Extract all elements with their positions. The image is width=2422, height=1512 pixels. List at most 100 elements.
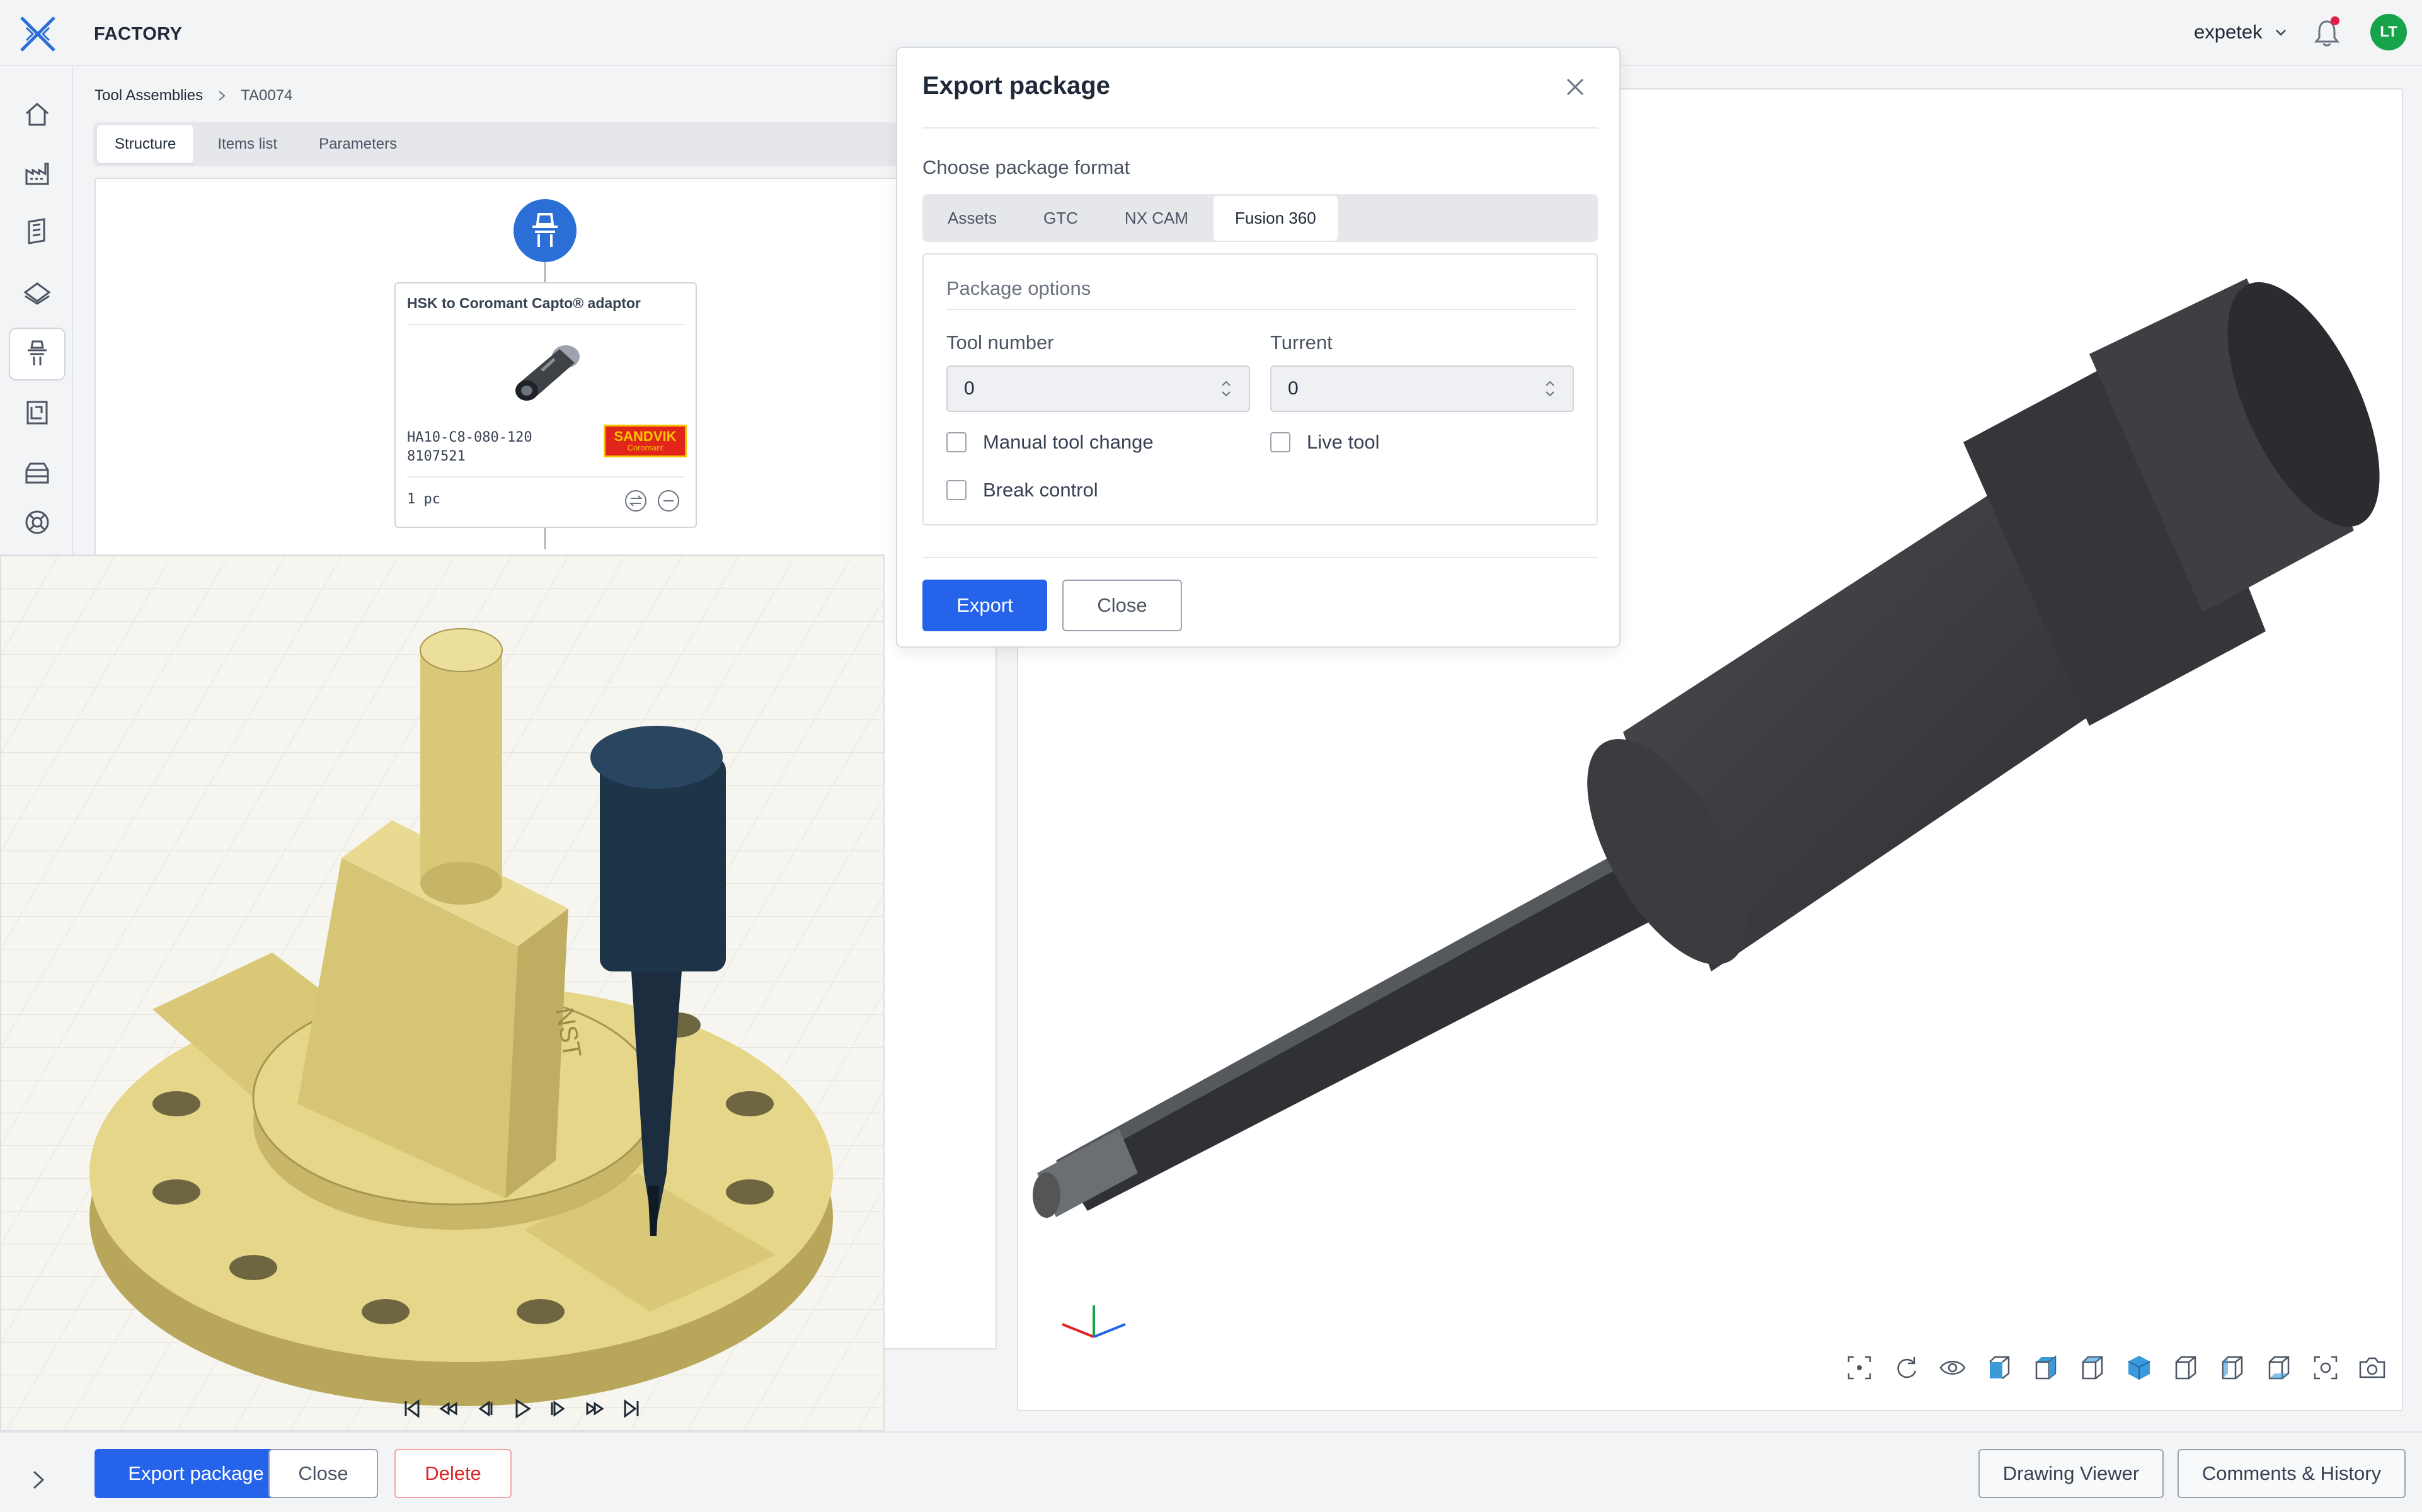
delete-button[interactable]: Delete (394, 1449, 512, 1498)
tab-items-list[interactable]: Items list (200, 125, 295, 163)
card-quantity: 1 pc (407, 491, 440, 507)
drawing-viewer-button[interactable]: Drawing Viewer (1978, 1449, 2164, 1498)
close-icon[interactable] (1561, 73, 1589, 101)
play-icon[interactable] (510, 1397, 533, 1420)
break-control-option[interactable]: Break control (946, 479, 1098, 501)
skip-to-start-icon[interactable] (401, 1397, 423, 1420)
view-bottom-icon[interactable] (2264, 1353, 2293, 1382)
fast-rewind-icon[interactable] (437, 1397, 460, 1420)
rotate-icon[interactable] (1891, 1353, 1920, 1382)
component-card[interactable]: HSK to Coromant Capto® adaptor HA10-C8-0… (394, 282, 697, 528)
view-back-icon[interactable] (2171, 1353, 2200, 1382)
fast-forward-icon[interactable] (583, 1397, 606, 1420)
breadcrumb-root-link[interactable]: Tool Assemblies (95, 87, 203, 105)
view-front-icon[interactable] (1985, 1353, 2014, 1382)
adaptor-thumbnail-image (515, 345, 580, 401)
screenshot-camera-icon[interactable] (2358, 1353, 2387, 1382)
turrent-value: 0 (1288, 378, 1299, 399)
break-control-checkbox[interactable] (946, 480, 967, 500)
simulation-playback-controls (401, 1397, 643, 1420)
format-tab-nx-cam[interactable]: NX CAM (1103, 196, 1210, 241)
dialog-title: Export package (922, 72, 1110, 100)
format-tabs: Assets GTC NX CAM Fusion 360 (922, 194, 1598, 242)
visibility-icon[interactable] (1938, 1353, 1967, 1382)
support-icon[interactable] (23, 508, 52, 537)
format-tab-fusion-360[interactable]: Fusion 360 (1214, 195, 1338, 241)
format-tab-assets[interactable]: Assets (926, 196, 1018, 241)
live-tool-checkbox[interactable] (1270, 432, 1290, 452)
tool-number-label: Tool number (946, 331, 1054, 353)
comments-history-button[interactable]: Comments & History (2178, 1449, 2406, 1498)
tool-number-input[interactable]: 0 (946, 365, 1250, 412)
layers-icon[interactable] (23, 277, 52, 306)
factory-icon[interactable] (23, 159, 52, 188)
tool-holder-icon (532, 213, 558, 247)
chevron-down-icon (2275, 30, 2286, 36)
breadcrumb-current: TA0074 (241, 87, 293, 104)
user-menu[interactable]: expetek (2194, 21, 2288, 43)
live-tool-option[interactable]: Live tool (1270, 431, 1379, 454)
export-button[interactable]: Export (922, 580, 1047, 631)
storage-icon[interactable] (23, 459, 52, 488)
divider (922, 557, 1598, 558)
skip-to-end-icon[interactable] (620, 1397, 643, 1420)
tool-number-value: 0 (964, 378, 975, 399)
card-item-codes: HA10-C8-080-120 8107521 (407, 428, 532, 466)
divider (407, 324, 684, 325)
card-item-number: 8107521 (407, 449, 466, 464)
factory-logo-icon[interactable] (18, 14, 58, 54)
tab-structure[interactable]: Structure (97, 125, 194, 163)
fixture-simulation-scene: NST (1, 556, 883, 1430)
username: expetek (2194, 21, 2263, 43)
breadcrumb: Tool Assemblies TA0074 (95, 87, 292, 105)
package-options-box: Package options Tool number 0 Turrent 0 … (922, 253, 1598, 525)
user-avatar[interactable]: LT (2370, 14, 2407, 50)
step-back-icon[interactable] (474, 1397, 496, 1420)
manual-tool-change-label: Manual tool change (983, 431, 1154, 453)
live-tool-label: Live tool (1307, 431, 1380, 453)
view-left-icon[interactable] (2218, 1353, 2247, 1382)
step-forward-icon[interactable] (547, 1397, 570, 1420)
home-icon[interactable] (23, 100, 52, 129)
tree-connector (544, 262, 546, 284)
close-button[interactable]: Close (268, 1449, 378, 1498)
detail-tabs: Structure Items list Parameters (93, 122, 897, 166)
catalog-icon[interactable] (23, 217, 52, 246)
divider (407, 476, 684, 478)
chevron-right-icon[interactable] (26, 1468, 50, 1492)
tab-parameters[interactable]: Parameters (301, 125, 415, 163)
turrent-label: Turrent (1270, 331, 1333, 353)
swap-icon[interactable] (624, 489, 648, 513)
divider (922, 127, 1598, 129)
tool-assembly-icon[interactable] (23, 339, 52, 368)
remove-icon[interactable] (657, 489, 680, 513)
zoom-target-icon[interactable] (2311, 1353, 2340, 1382)
app-title: FACTORY (94, 24, 183, 44)
fit-view-icon[interactable] (1845, 1353, 1874, 1382)
view-top-icon[interactable] (2031, 1353, 2060, 1382)
export-package-button[interactable]: Export package (95, 1449, 297, 1498)
viewer-toolbar (1845, 1353, 2387, 1382)
divider (946, 309, 1576, 310)
turrent-input[interactable]: 0 (1270, 365, 1574, 412)
card-item-code: HA10-C8-080-120 (407, 430, 532, 445)
notification-badge (2331, 16, 2339, 25)
tool-holder-node[interactable] (514, 199, 577, 262)
manual-tool-change-checkbox[interactable] (946, 432, 967, 452)
options-title: Package options (946, 277, 1091, 299)
spinner-icon[interactable] (1220, 378, 1232, 399)
chevron-right-icon (219, 91, 226, 101)
drawing-icon[interactable] (23, 398, 52, 427)
spinner-icon[interactable] (1544, 378, 1556, 399)
view-iso-icon[interactable] (2125, 1353, 2154, 1382)
format-label: Choose package format (922, 156, 1130, 178)
sandvik-coromant-logo: SANDVIK Coromant (604, 425, 687, 457)
dialog-close-button[interactable]: Close (1062, 580, 1182, 631)
machining-simulation-viewer[interactable]: NST (0, 554, 885, 1431)
format-tab-gtc[interactable]: GTC (1022, 196, 1099, 241)
card-title: HSK to Coromant Capto® adaptor (407, 295, 641, 311)
view-side-icon[interactable] (2078, 1353, 2107, 1382)
break-control-label: Break control (983, 479, 1098, 501)
manual-tool-change-option[interactable]: Manual tool change (946, 431, 1154, 454)
tree-connector (544, 528, 546, 549)
